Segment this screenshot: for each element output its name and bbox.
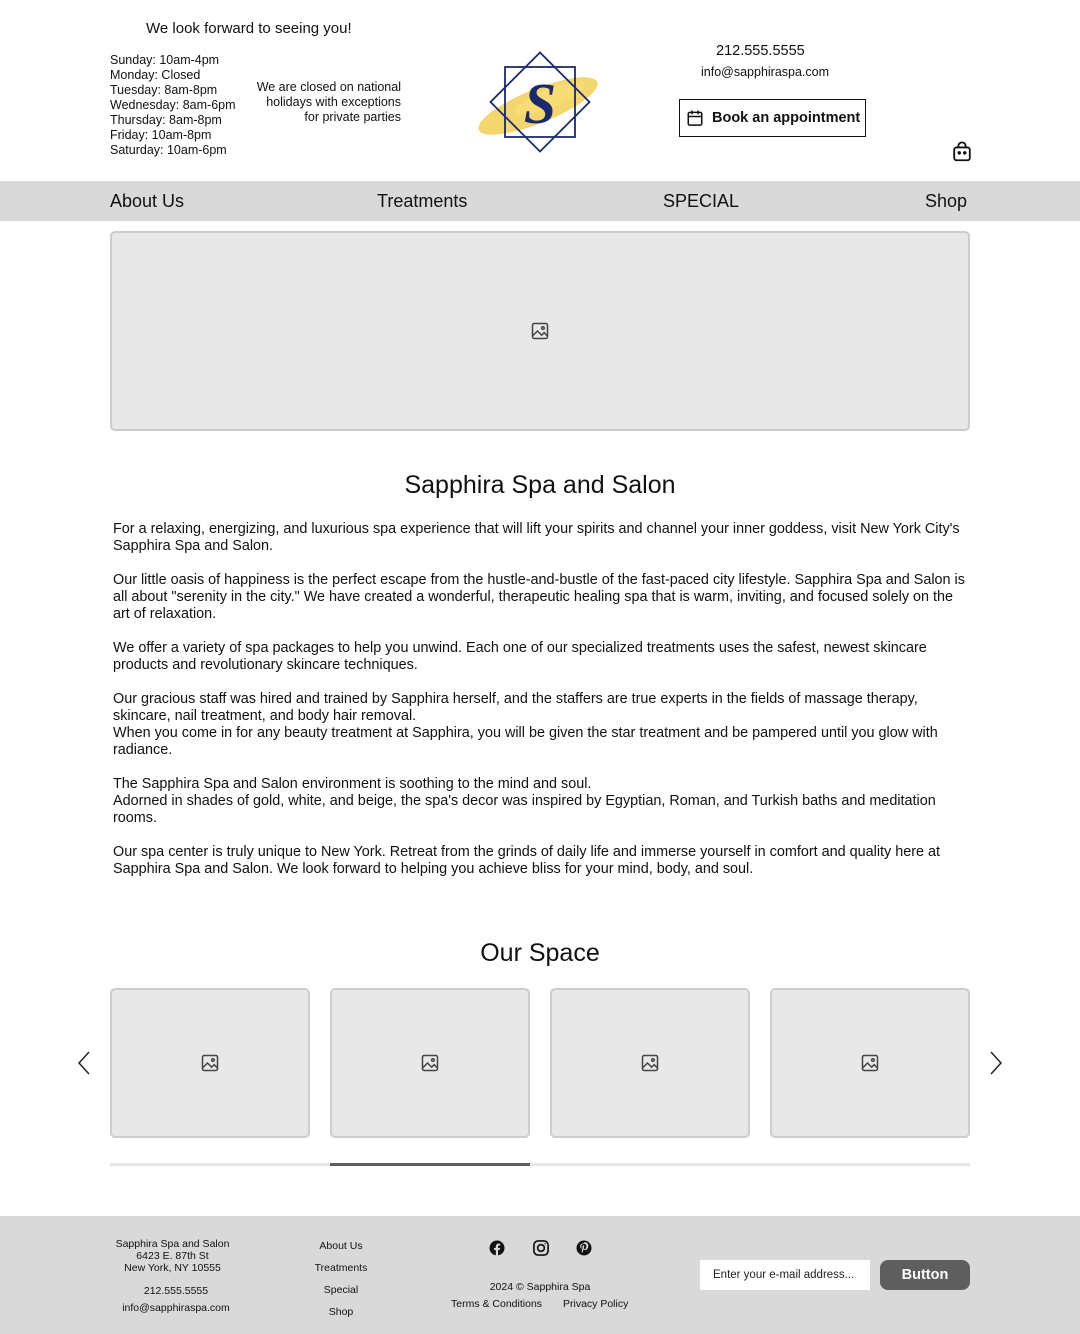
logo-letter: S <box>524 71 556 136</box>
calendar-icon <box>687 110 703 126</box>
footer-link-shop[interactable]: Shop <box>300 1301 382 1323</box>
about-line: Our gracious staff was hired and trained… <box>113 691 918 724</box>
gallery-tile[interactable] <box>110 988 310 1138</box>
about-line: Our spa center is truly unique to New Yo… <box>113 844 941 877</box>
pinterest-icon[interactable] <box>574 1238 594 1258</box>
footer-phone[interactable]: 212.555.5555 <box>100 1283 252 1300</box>
hours-line: Tuesday: 8am-8pm <box>110 83 218 97</box>
gallery-scroll-thumb[interactable] <box>330 1163 530 1166</box>
about-line: Our little oasis of happiness is the per… <box>113 572 965 622</box>
footer-links: About Us Treatments Special Shop <box>300 1235 382 1323</box>
nav-treatments[interactable]: Treatments <box>377 191 467 212</box>
holiday-note: We are closed on national holidays with … <box>240 80 401 125</box>
hours-line: Saturday: 10am-6pm <box>110 143 227 157</box>
header-phone[interactable]: 212.555.5555 <box>716 43 805 59</box>
nav-shop[interactable]: Shop <box>925 191 967 212</box>
image-icon <box>531 322 549 340</box>
chevron-right-icon[interactable] <box>988 1050 1004 1076</box>
about-paragraph: Our spa center is truly unique to New Yo… <box>113 844 973 878</box>
address-line: 6423 E. 87th St <box>136 1250 209 1262</box>
about-line: Adorned in shades of gold, white, and be… <box>113 793 936 826</box>
terms-link[interactable]: Terms & Conditions <box>451 1298 542 1310</box>
facebook-icon[interactable] <box>487 1238 507 1258</box>
about-paragraph: Our little oasis of happiness is the per… <box>113 572 973 623</box>
hours-line: Sunday: 10am-4pm <box>110 53 220 67</box>
about-text: For a relaxing, energizing, and luxuriou… <box>113 521 973 895</box>
hours-line: Monday: Closed <box>110 68 201 82</box>
image-icon <box>421 1054 439 1072</box>
about-paragraph: Our gracious staff was hired and trained… <box>113 691 973 759</box>
chevron-left-icon[interactable] <box>76 1050 92 1076</box>
hours-line: Wednesday: 8am-6pm <box>110 98 236 112</box>
privacy-link[interactable]: Privacy Policy <box>563 1298 628 1310</box>
image-icon <box>201 1054 219 1072</box>
about-title: Sapphira Spa and Salon <box>404 471 676 499</box>
about-paragraph: For a relaxing, energizing, and luxuriou… <box>113 521 973 555</box>
book-appointment-button[interactable]: Book an appointment <box>679 99 866 137</box>
instagram-icon[interactable] <box>531 1238 551 1258</box>
book-appointment-label: Book an appointment <box>712 110 861 126</box>
footer-contact: 212.555.5555 info@sapphiraspa.com <box>100 1283 252 1317</box>
nav-about-us[interactable]: About Us <box>110 191 184 212</box>
image-icon <box>861 1054 879 1072</box>
newsletter-submit-button[interactable]: Button <box>880 1260 970 1290</box>
about-line: For a relaxing, energizing, and luxuriou… <box>113 521 960 554</box>
hours-line: Thursday: 8am-8pm <box>110 113 222 127</box>
footer-email[interactable]: info@sapphiraspa.com <box>100 1300 252 1317</box>
footer-address: Sapphira Spa and Salon 6423 E. 87th St N… <box>100 1238 245 1274</box>
footer-link-special[interactable]: Special <box>300 1279 382 1301</box>
about-line: We offer a variety of spa packages to he… <box>113 640 927 673</box>
about-line: The Sapphira Spa and Salon environment i… <box>113 776 592 792</box>
footer-link-treatments[interactable]: Treatments <box>300 1257 382 1279</box>
address-line: Sapphira Spa and Salon <box>115 1238 230 1250</box>
image-icon <box>641 1054 659 1072</box>
about-line: When you come in for any beauty treatmen… <box>113 725 938 758</box>
our-space-title: Our Space <box>480 939 600 967</box>
gallery-tile[interactable] <box>330 988 530 1138</box>
opening-hours: Sunday: 10am-4pm Monday: Closed Tuesday:… <box>110 53 236 158</box>
shopping-bag-icon[interactable] <box>951 141 973 163</box>
footer-link-about-us[interactable]: About Us <box>300 1235 382 1257</box>
holiday-note-line: holidays with exceptions <box>266 95 401 109</box>
newsletter-email-input[interactable] <box>700 1260 870 1290</box>
about-paragraph: We offer a variety of spa packages to he… <box>113 640 973 674</box>
header-email[interactable]: info@sapphiraspa.com <box>701 65 829 79</box>
holiday-note-line: We are closed on national <box>256 80 401 94</box>
nav-special[interactable]: SPECIAL <box>663 191 739 212</box>
about-paragraph: The Sapphira Spa and Salon environment i… <box>113 776 973 827</box>
copyright: 2024 © Sapphira Spa <box>489 1281 591 1293</box>
hero-image <box>110 231 970 431</box>
gallery-tile[interactable] <box>550 988 750 1138</box>
greeting-text: We look forward to seeing you! <box>146 20 352 37</box>
sapphira-logo[interactable]: S <box>476 48 604 158</box>
gallery-scroll-track[interactable] <box>110 1163 970 1166</box>
hours-line: Friday: 10am-8pm <box>110 128 212 142</box>
address-line: New York, NY 10555 <box>124 1262 221 1274</box>
holiday-note-line: for private parties <box>304 110 401 124</box>
gallery-tile[interactable] <box>770 988 970 1138</box>
